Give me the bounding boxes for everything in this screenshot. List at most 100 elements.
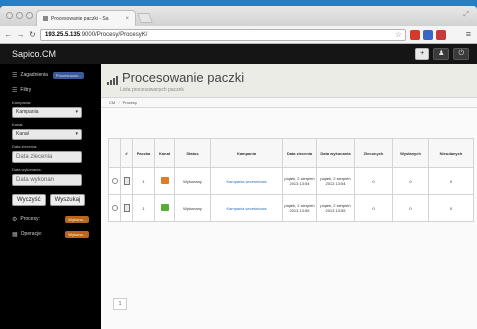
sidebar-item-filtry[interactable]: ☰ Filtry (12, 85, 89, 95)
campaign-link[interactable]: Kampania wrześniowa (226, 179, 266, 184)
maximize-window-button[interactable] (26, 12, 33, 19)
search-button[interactable]: Wyszukaj (49, 194, 86, 206)
favicon-icon (43, 16, 48, 21)
kanal-label: Kanał: (12, 122, 24, 127)
list-icon: ☰ (12, 72, 18, 79)
reload-icon[interactable]: ↻ (28, 30, 37, 39)
page-title-text: Procesowanie paczki (122, 70, 245, 85)
col-zleconych[interactable]: Zleconych (354, 138, 393, 168)
close-window-button[interactable] (6, 12, 13, 19)
filter-icon: ☰ (12, 87, 18, 94)
row-kanal-cell (154, 167, 175, 195)
data-zlecenia-input[interactable]: Data zlecenia (12, 151, 82, 163)
row-radio[interactable] (111, 204, 118, 211)
address-bar[interactable]: 193.25.5.135:9000/Procesy/ProcesyK/ ☆ (40, 29, 406, 41)
table-row[interactable]: 1 Wykonany Kampania wrześniowa piątek, 2… (108, 167, 474, 195)
power-icon[interactable]: ⏻ (453, 48, 469, 60)
url-path: :9000/Procesy/ProcesyK/ (80, 32, 148, 38)
sidebar-item-label: Filtry (20, 87, 32, 93)
cell-zleconych: 0 (354, 167, 393, 195)
row-kampania-cell: Kampania wrześniowa (210, 194, 283, 222)
email-channel-icon (160, 177, 169, 184)
new-tab-button[interactable] (137, 13, 153, 23)
row-select-cell (108, 194, 121, 222)
extension-2-icon[interactable] (423, 30, 433, 40)
app: Sapico.CM + ♟ ⏻ ☰ Zagadnienia Procesowan… (0, 44, 477, 329)
brand-logo[interactable]: Sapico.CM (12, 49, 56, 59)
page-title: Procesowanie paczki (107, 70, 471, 85)
col-kampania[interactable]: Kampania (210, 138, 283, 168)
browser-menu-icon[interactable]: ≡ (466, 29, 471, 39)
col-wyslanych[interactable]: Wysłanych (392, 138, 429, 168)
sidebar-badge: Wykona... (65, 215, 89, 223)
tab-title: Procesowanie paczki - Sa (51, 15, 109, 22)
table-row[interactable]: 1 Wykonany Kampania wrześniowa piątek, 2… (108, 194, 474, 222)
data-wykonania-input[interactable]: Data wykonan (12, 174, 82, 186)
sidebar-item-procesy[interactable]: ⚙ Procesy: Wykona... (12, 214, 89, 224)
clear-button[interactable]: Wyczyść (12, 194, 46, 206)
sidebar-item-label: Procesy: (20, 216, 40, 222)
tab-bar: Procesowanie paczki - Sa × ⤢ (0, 6, 477, 26)
cell-paczka: 1 (132, 167, 155, 195)
kampania-select[interactable]: Kampania (12, 107, 82, 118)
extension-icons (410, 30, 446, 40)
bookmark-star-icon[interactable]: ☆ (395, 30, 402, 40)
cell-wyslanych: 0 (392, 167, 429, 195)
window-controls (6, 12, 33, 19)
col-nieudanych[interactable]: Nieudanych (428, 138, 474, 168)
close-tab-icon[interactable]: × (125, 16, 129, 22)
col-hash[interactable]: # (120, 138, 133, 168)
extension-1-icon[interactable] (410, 30, 420, 40)
app-topbar: Sapico.CM + ♟ ⏻ (0, 44, 477, 64)
user-icon[interactable]: ♟ (433, 48, 450, 60)
content-panel: # Paczka Kanał Status Kampania Data zlec… (101, 108, 477, 329)
sidebar-badge: Procesowan... (52, 71, 85, 79)
minimize-window-button[interactable] (16, 12, 23, 19)
breadcrumb-separator: › (118, 100, 120, 105)
sidebar: ☰ Zagadnienia Procesowan... ☰ Filtry Kam… (0, 64, 101, 329)
cell-nieudanych: 0 (428, 167, 474, 195)
col-data-zlecenia[interactable]: Data zlecenia (282, 138, 317, 168)
topbar-actions: + ♟ ⏻ (415, 48, 469, 60)
cell-status: Wykonany (174, 167, 211, 195)
bar-chart-icon (107, 76, 118, 85)
data-zlecenia-label: Data zlecenia: (12, 144, 38, 149)
data-wykonania-label: Data wykonania: (12, 167, 42, 172)
url-host: 193.25.5.135 (45, 32, 81, 38)
breadcrumb-item-cm[interactable]: CM (109, 100, 115, 105)
row-doc-cell (120, 194, 133, 222)
kampania-label: Kampania: (12, 100, 32, 105)
sms-channel-icon (160, 204, 169, 211)
breadcrumb: CM › Procesy (101, 97, 477, 108)
col-paczka[interactable]: Paczka (132, 138, 155, 168)
extension-3-icon[interactable] (436, 30, 446, 40)
sidebar-item-zagadnienia[interactable]: ☰ Zagadnienia Procesowan... (12, 70, 89, 80)
cell-paczka: 1 (132, 194, 155, 222)
sidebar-item-label: Zagadnienia (20, 72, 48, 78)
breadcrumb-item-procesy[interactable]: Procesy (123, 100, 137, 105)
grid-icon: ▦ (12, 231, 18, 238)
forward-icon[interactable]: → (16, 30, 25, 39)
navigation-bar: ← → ↻ 193.25.5.135:9000/Procesy/ProcesyK… (0, 26, 477, 44)
row-kampania-cell: Kampania wrześniowa (210, 167, 283, 195)
sidebar-item-operacje[interactable]: ▦ Operacje: Wykona... (12, 229, 89, 239)
cell-nieudanych: 0 (428, 194, 474, 222)
cell-status: Wykonany (174, 194, 211, 222)
col-kanal[interactable]: Kanał (154, 138, 175, 168)
back-icon[interactable]: ← (4, 30, 13, 39)
add-button[interactable]: + (415, 48, 430, 60)
kanal-select[interactable]: Kanał (12, 129, 82, 140)
document-icon[interactable] (123, 203, 130, 212)
pagination-page[interactable]: 1 (113, 298, 127, 310)
browser-tab[interactable]: Procesowanie paczki - Sa × (36, 10, 136, 26)
table-header-row: # Paczka Kanał Status Kampania Data zlec… (108, 138, 474, 168)
row-radio[interactable] (111, 177, 118, 184)
campaign-link[interactable]: Kampania wrześniowa (226, 206, 266, 211)
browser-window: Procesowanie paczki - Sa × ⤢ ← → ↻ 193.2… (0, 6, 477, 329)
document-icon[interactable] (123, 176, 130, 185)
cell-data-zlecenia: piątek, 2 sierpień 2013 13:54 (282, 167, 317, 195)
col-status[interactable]: Status (174, 138, 211, 168)
fullscreen-icon[interactable]: ⤢ (463, 11, 469, 19)
col-data-wykonania[interactable]: Data wykonania (316, 138, 355, 168)
gear-icon: ⚙ (12, 216, 18, 223)
